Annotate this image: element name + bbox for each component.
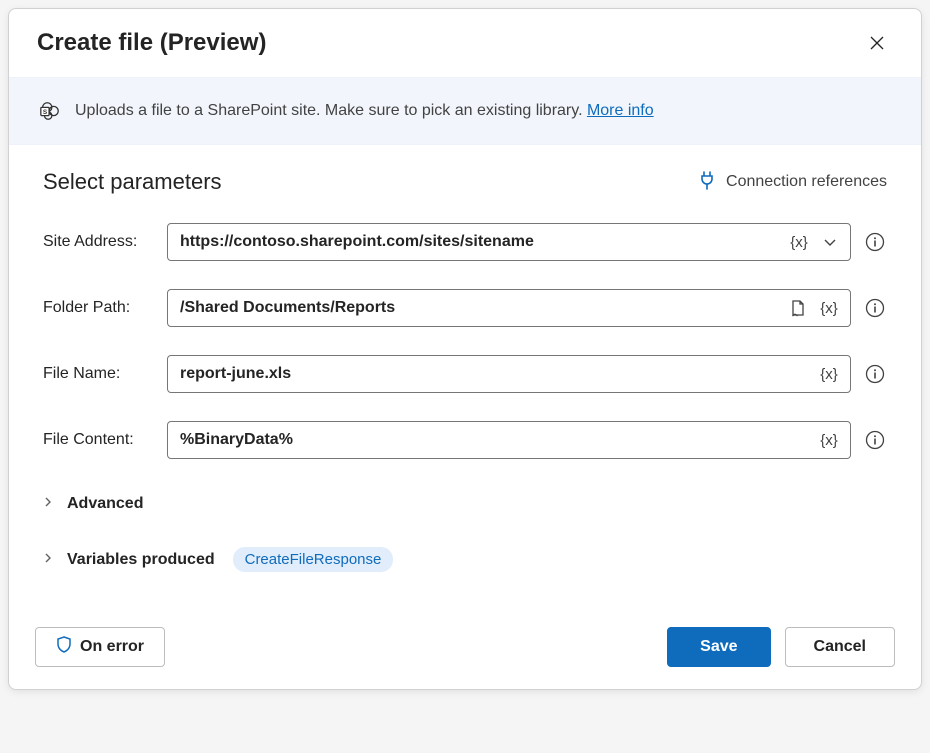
folder-path-row: Folder Path: {x}: [43, 289, 887, 327]
parameters-form: Site Address: {x} Folder Path: {x}: [9, 213, 921, 608]
advanced-label: Advanced: [67, 495, 143, 513]
advanced-section-toggle[interactable]: Advanced: [43, 487, 887, 521]
site-address-dropdown-button[interactable]: [818, 230, 842, 254]
connection-references-link[interactable]: Connection references: [698, 170, 887, 195]
file-content-input[interactable]: [180, 431, 810, 449]
chevron-down-icon: [823, 235, 837, 249]
svg-text:S: S: [43, 109, 48, 116]
more-info-link[interactable]: More info: [587, 102, 654, 119]
save-label: Save: [700, 638, 737, 656]
file-name-row: File Name: {x}: [43, 355, 887, 393]
insert-variable-button[interactable]: {x}: [816, 428, 842, 452]
parameters-header: Select parameters Connection references: [9, 145, 921, 213]
chevron-right-icon: [43, 551, 57, 569]
site-address-input-wrap: {x}: [167, 223, 851, 261]
site-address-info-button[interactable]: [863, 230, 887, 254]
file-content-input-wrap: {x}: [167, 421, 851, 459]
file-content-info-button[interactable]: [863, 428, 887, 452]
variables-produced-label: Variables produced: [67, 551, 215, 569]
file-name-label: File Name:: [43, 365, 167, 383]
banner-text: Uploads a file to a SharePoint site. Mak…: [75, 102, 654, 120]
info-banner: S Uploads a file to a SharePoint site. M…: [9, 77, 921, 145]
insert-variable-button[interactable]: {x}: [816, 296, 842, 320]
folder-path-info-button[interactable]: [863, 296, 887, 320]
site-address-input[interactable]: [180, 233, 780, 251]
site-address-label: Site Address:: [43, 233, 167, 251]
banner-description: Uploads a file to a SharePoint site. Mak…: [75, 102, 587, 119]
file-content-label: File Content:: [43, 431, 167, 449]
file-name-input-wrap: {x}: [167, 355, 851, 393]
on-error-button[interactable]: On error: [35, 627, 165, 667]
info-icon: [865, 232, 885, 252]
shield-icon: [56, 636, 72, 659]
info-icon: [865, 430, 885, 450]
insert-variable-button[interactable]: {x}: [786, 230, 812, 254]
close-icon: [869, 35, 885, 51]
folder-path-label: Folder Path:: [43, 299, 167, 317]
site-address-row: Site Address: {x}: [43, 223, 887, 261]
close-button[interactable]: [861, 27, 893, 59]
plug-icon: [698, 170, 716, 195]
dialog-footer: On error Save Cancel: [9, 608, 921, 689]
save-button[interactable]: Save: [667, 627, 770, 667]
folder-picker-button[interactable]: [786, 296, 810, 320]
info-icon: [865, 298, 885, 318]
info-icon: [865, 364, 885, 384]
sharepoint-icon: S: [39, 100, 61, 122]
create-file-dialog: Create file (Preview) S Uploads a file t…: [8, 8, 922, 690]
folder-path-input[interactable]: [180, 299, 780, 317]
cancel-label: Cancel: [814, 638, 866, 656]
folder-path-input-wrap: {x}: [167, 289, 851, 327]
file-name-input[interactable]: [180, 365, 810, 383]
file-content-row: File Content: {x}: [43, 421, 887, 459]
connection-references-label: Connection references: [726, 173, 887, 191]
variable-pill[interactable]: CreateFileResponse: [233, 547, 394, 572]
cancel-button[interactable]: Cancel: [785, 627, 895, 667]
file-name-info-button[interactable]: [863, 362, 887, 386]
file-picker-icon: [789, 299, 807, 317]
parameters-heading: Select parameters: [43, 169, 222, 195]
variables-produced-toggle[interactable]: Variables produced CreateFileResponse: [43, 539, 887, 580]
dialog-title: Create file (Preview): [37, 29, 266, 57]
insert-variable-button[interactable]: {x}: [816, 362, 842, 386]
footer-actions: Save Cancel: [667, 627, 895, 667]
on-error-label: On error: [80, 638, 144, 656]
chevron-right-icon: [43, 495, 57, 513]
dialog-header: Create file (Preview): [9, 9, 921, 77]
